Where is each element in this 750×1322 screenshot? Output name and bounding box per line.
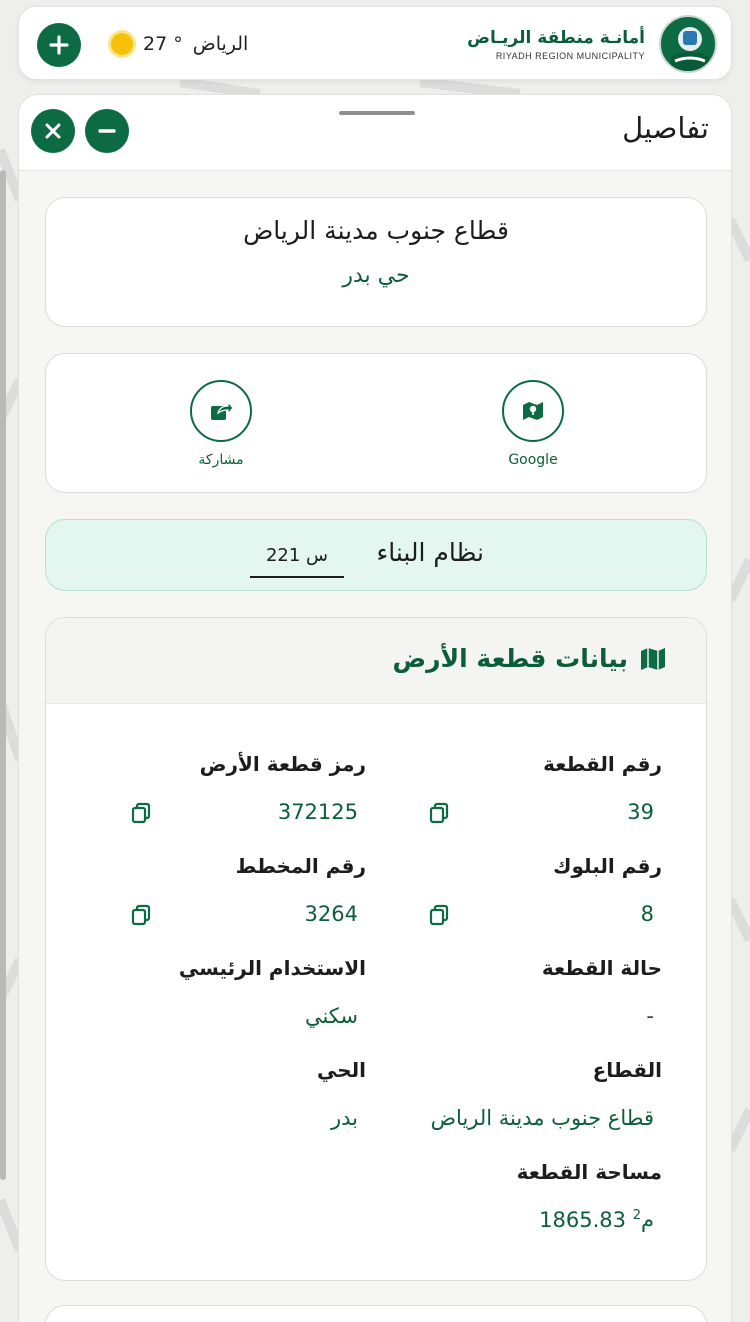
plan-number-value: 3264: [304, 902, 358, 926]
close-icon: [45, 123, 61, 139]
plot-number-value: 39: [627, 800, 654, 824]
actions-card: Google مشاركة: [45, 353, 707, 493]
share-icon: [211, 400, 234, 420]
area-card: قطاع جنوب مدينة الرياض حي بدر: [45, 197, 707, 327]
scrollbar[interactable]: [0, 170, 6, 1180]
building-system-label: نظام البناء: [376, 538, 484, 567]
land-code-value: 372125: [277, 800, 358, 824]
district-name: حي بدر: [342, 263, 410, 288]
logo-english-text: RIYADH REGION MUNICIPALITY: [495, 50, 645, 61]
logo-seal-icon: [659, 15, 717, 73]
close-button[interactable]: [31, 109, 75, 153]
details-sheet: تفاصيل قطاع جنوب مدينة الرياض حي بدر Goo…: [18, 94, 732, 1322]
map-icon: [523, 402, 543, 420]
plot-area-unit-sup: 2: [632, 1208, 641, 1223]
copy-icon[interactable]: [428, 802, 450, 824]
google-maps-button[interactable]: Google: [488, 380, 578, 468]
minus-icon: [98, 129, 116, 133]
building-system-value[interactable]: س 221: [250, 542, 344, 578]
land-data-card: بيانات قطعة الأرض رقم القطعة 39 رمز قطعة…: [45, 617, 707, 1281]
main-use-label: الاستخدام الرئيسي: [178, 956, 366, 980]
sector-name: قطاع جنوب مدينة الرياض: [243, 216, 509, 245]
copy-icon[interactable]: [130, 904, 152, 926]
logo-arabic-text: أمانـة منطقة الريـاض: [467, 27, 645, 48]
sector-value: قطاع جنوب مدينة الرياض: [430, 1106, 654, 1130]
land-code-label: رمز قطعة الأرض: [199, 752, 366, 776]
sheet-header: تفاصيل: [19, 95, 731, 171]
district-label: الحي: [316, 1058, 366, 1082]
plus-icon: [49, 35, 69, 55]
top-bar: 27 ° الرياض أمانـة منطقة الريـاض RIYADH …: [18, 6, 732, 80]
plot-area-label: مساحة القطعة: [516, 1160, 662, 1184]
city-name: الرياض: [192, 33, 249, 55]
copy-icon[interactable]: [428, 904, 450, 926]
block-number-value: 8: [640, 902, 654, 926]
land-data-header: بيانات قطعة الأرض: [46, 618, 706, 704]
plan-number-label: رقم المخطط: [235, 854, 366, 878]
folded-map-icon: [641, 647, 665, 670]
land-data-title: بيانات قطعة الأرض: [392, 644, 629, 673]
district-value: بدر: [330, 1106, 358, 1130]
next-card: [45, 1305, 707, 1322]
plot-status-label: حالة القطعة: [541, 956, 662, 980]
plot-area-unit: م: [640, 1208, 654, 1232]
plot-area-value: م2 1865.83: [539, 1208, 654, 1232]
add-button[interactable]: [37, 23, 81, 67]
plot-number-label: رقم القطعة: [543, 752, 662, 776]
drag-handle[interactable]: [339, 111, 415, 115]
building-system-card[interactable]: نظام البناء س 221: [45, 519, 707, 591]
plot-area-number: 1865.83: [539, 1208, 627, 1232]
sector-label: القطاع: [592, 1058, 662, 1082]
copy-icon[interactable]: [130, 802, 152, 824]
weather-widget: 27 ° الرياض: [111, 29, 248, 59]
block-number-label: رقم البلوك: [553, 854, 662, 878]
minimize-button[interactable]: [85, 109, 129, 153]
municipality-logo: أمانـة منطقة الريـاض RIYADH REGION MUNIC…: [467, 15, 717, 73]
plot-status-value: -: [646, 1004, 654, 1028]
main-use-value: سكني: [304, 1004, 358, 1028]
sun-icon: [111, 33, 133, 55]
share-button[interactable]: مشاركة: [176, 380, 266, 468]
temperature: 27 °: [143, 33, 183, 55]
sheet-title: تفاصيل: [622, 111, 709, 145]
share-label: مشاركة: [198, 452, 244, 468]
google-label: Google: [508, 452, 558, 468]
